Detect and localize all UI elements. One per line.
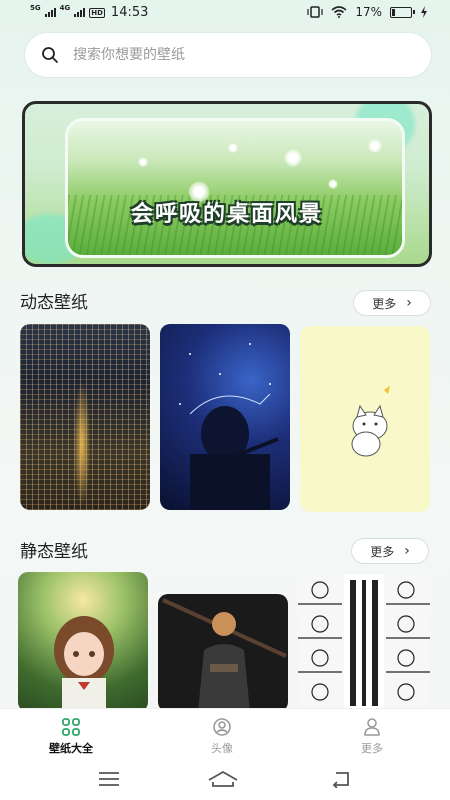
network-4g-label: 4G (59, 4, 71, 12)
chevron-right-icon: › (404, 543, 410, 559)
dynamic-more-button[interactable]: 更多 › (353, 290, 431, 316)
featured-banner[interactable]: 会呼吸的桌面风景 (22, 101, 432, 267)
chevron-right-icon: › (406, 295, 412, 311)
thumb-illustration (351, 386, 390, 457)
section-title-dynamic: 动态壁纸 (20, 293, 88, 313)
dandelion-puff (284, 149, 302, 167)
grid-icon (62, 718, 80, 736)
thumb-illustration (162, 598, 287, 712)
nav-label: 头像 (211, 742, 233, 755)
clock: 14:53 (110, 5, 149, 20)
wallpaper-thumb-anime-girl-night[interactable] (160, 324, 290, 510)
nav-item-wallpapers[interactable]: 壁纸大全 (26, 717, 116, 756)
battery-level (392, 8, 395, 16)
menu-icon[interactable] (98, 770, 120, 788)
charging-icon (421, 6, 427, 18)
nav-item-avatar[interactable]: 头像 (177, 717, 267, 756)
signal-icon (74, 8, 86, 17)
nav-label: 壁纸大全 (49, 742, 93, 755)
hd-badge: HD (89, 7, 105, 18)
dandelion-puff (138, 157, 148, 167)
wallpaper-thumb-monkey-warrior[interactable] (158, 594, 288, 712)
wallpaper-thumb-text-pattern[interactable] (298, 574, 430, 712)
dandelion-puff (368, 139, 382, 153)
search-icon (42, 47, 58, 63)
section-title-static: 静态壁纸 (20, 542, 88, 562)
signal-icon (44, 8, 56, 17)
banner-title: 会呼吸的桌面风景 (130, 202, 323, 227)
home-icon[interactable] (207, 770, 239, 788)
dandelion-puff (228, 143, 238, 153)
banner-phone-frame (65, 118, 405, 258)
network-5g-label: 5G (30, 4, 41, 12)
nav-label: 更多 (361, 742, 383, 755)
back-icon[interactable] (330, 770, 352, 788)
battery-icon (390, 6, 415, 18)
thumb-illustration (54, 616, 114, 712)
wallpaper-thumb-city-night[interactable] (20, 324, 150, 510)
vibrate-icon (307, 6, 323, 18)
person-icon (364, 718, 380, 736)
bottom-navigation: 壁纸大全 头像 更多 (0, 708, 450, 760)
wallpaper-thumb-forest-girl[interactable] (18, 572, 148, 712)
wallpaper-thumb-cat[interactable] (300, 326, 430, 512)
more-label: 更多 (370, 544, 395, 559)
system-navigation-bar (0, 760, 450, 800)
battery-percent: 17% (355, 5, 382, 19)
search-input[interactable] (73, 47, 393, 63)
dandelion-puff (328, 179, 338, 189)
avatar-icon (213, 718, 231, 736)
status-left: 5G 4G HD 14:53 (30, 4, 149, 21)
thumb-illustration (298, 574, 430, 712)
status-right: 17% (307, 5, 428, 19)
search-bar[interactable] (24, 32, 432, 78)
more-label: 更多 (372, 296, 397, 311)
nav-item-more[interactable]: 更多 (327, 717, 417, 756)
thumb-illustration (179, 343, 279, 510)
wifi-icon (331, 6, 347, 18)
status-bar: 5G 4G HD 14:53 17% (0, 0, 450, 26)
static-more-button[interactable]: 更多 › (351, 538, 429, 564)
